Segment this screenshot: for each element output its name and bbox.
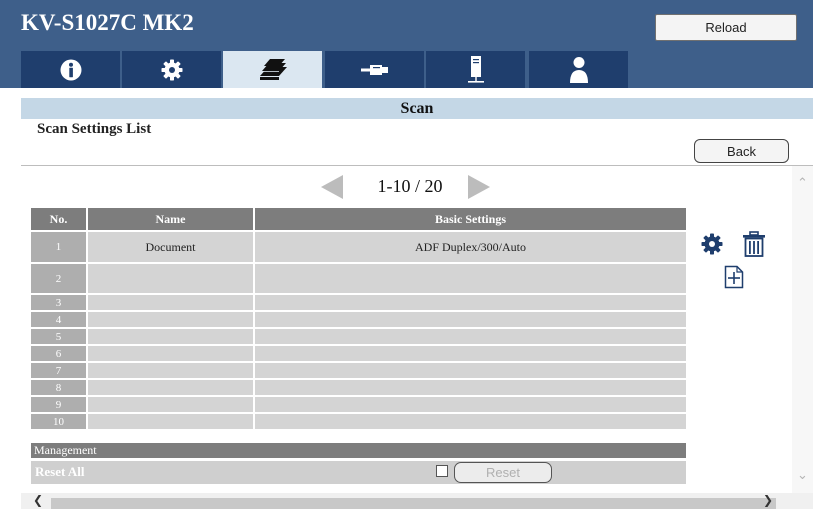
tab-scan[interactable] — [223, 51, 322, 88]
row-name-cell[interactable] — [88, 346, 253, 361]
header-bar: KV-S1027C MK2 Reload — [0, 0, 813, 88]
vertical-scrollbar[interactable]: ⌃ ⌄ — [792, 166, 813, 493]
server-icon — [467, 55, 484, 83]
section-title: Scan — [21, 98, 813, 119]
row-number[interactable]: 6 — [31, 346, 86, 361]
previous-page-icon[interactable] — [321, 175, 343, 199]
row-number[interactable]: 8 — [31, 380, 86, 395]
user-icon — [569, 56, 588, 83]
row-basic-settings-cell[interactable] — [255, 329, 686, 344]
reset-all-label: Reset All — [35, 464, 85, 479]
row-basic-settings-cell[interactable] — [255, 363, 686, 378]
reset-all-row: Reset All Reset — [31, 461, 686, 484]
scroll-right-icon[interactable]: ❯ — [763, 493, 773, 507]
info-icon — [60, 59, 81, 80]
trash-icon — [743, 231, 765, 257]
reset-all-checkbox[interactable] — [436, 465, 448, 477]
row-number[interactable]: 7 — [31, 363, 86, 378]
add-document-icon — [724, 265, 744, 289]
row-number[interactable]: 10 — [31, 414, 86, 429]
scrollbar-thumb[interactable] — [51, 498, 776, 509]
row-name-cell[interactable] — [88, 295, 253, 310]
row-basic-settings-cell[interactable] — [255, 397, 686, 412]
network-cable-icon — [360, 64, 388, 75]
add-setting-button[interactable] — [724, 265, 744, 294]
row-number[interactable]: 9 — [31, 397, 86, 412]
tab-network[interactable] — [325, 51, 424, 88]
tab-user[interactable] — [529, 51, 628, 88]
page-indicator: 1-10 / 20 — [377, 176, 443, 196]
row-basic-settings-cell[interactable] — [255, 380, 686, 395]
row-basic-settings-cell[interactable] — [255, 295, 686, 310]
reload-button[interactable]: Reload — [655, 14, 797, 41]
row-basic-settings-cell[interactable] — [255, 264, 686, 293]
horizontal-scrollbar[interactable]: ❮ ❯ — [21, 493, 813, 509]
row-number[interactable]: 3 — [31, 295, 86, 310]
management-header: Management — [31, 443, 686, 458]
gear-icon — [701, 233, 723, 255]
document-stack-icon — [259, 58, 287, 80]
row-number[interactable]: 5 — [31, 329, 86, 344]
row-name-cell[interactable] — [88, 264, 253, 293]
delete-button[interactable] — [742, 231, 766, 262]
next-page-icon[interactable] — [468, 175, 490, 199]
edit-settings-button[interactable] — [701, 233, 723, 260]
row-name-cell[interactable] — [88, 397, 253, 412]
back-button[interactable]: Back — [694, 139, 789, 163]
column-header-no: No. — [31, 208, 86, 230]
row-name-cell[interactable] — [88, 329, 253, 344]
row-basic-settings-cell[interactable] — [255, 414, 686, 429]
row-name-cell[interactable]: Document — [88, 232, 253, 262]
scroll-left-icon[interactable]: ❮ — [33, 493, 43, 507]
tab-device[interactable] — [426, 51, 525, 88]
column-header-name: Name — [88, 208, 253, 230]
scroll-down-icon[interactable]: ⌄ — [792, 468, 813, 483]
scroll-up-icon[interactable]: ⌃ — [792, 176, 813, 191]
page-subtitle: Scan Settings List — [37, 121, 152, 137]
row-name-cell[interactable] — [88, 312, 253, 327]
device-title: KV-S1027C MK2 — [21, 10, 194, 35]
row-basic-settings-cell[interactable] — [255, 346, 686, 361]
row-basic-settings-cell[interactable]: ADF Duplex/300/Auto — [255, 232, 686, 262]
row-number[interactable]: 2 — [31, 264, 86, 293]
gear-icon — [161, 59, 182, 80]
row-name-cell[interactable] — [88, 380, 253, 395]
tab-settings[interactable] — [122, 51, 221, 88]
row-name-cell[interactable] — [88, 414, 253, 429]
row-number[interactable]: 4 — [31, 312, 86, 327]
row-basic-settings-cell[interactable] — [255, 312, 686, 327]
row-number[interactable]: 1 — [31, 232, 86, 262]
tab-info[interactable] — [21, 51, 120, 88]
row-name-cell[interactable] — [88, 363, 253, 378]
reset-button[interactable]: Reset — [454, 462, 552, 483]
column-header-basic-settings: Basic Settings — [255, 208, 686, 230]
